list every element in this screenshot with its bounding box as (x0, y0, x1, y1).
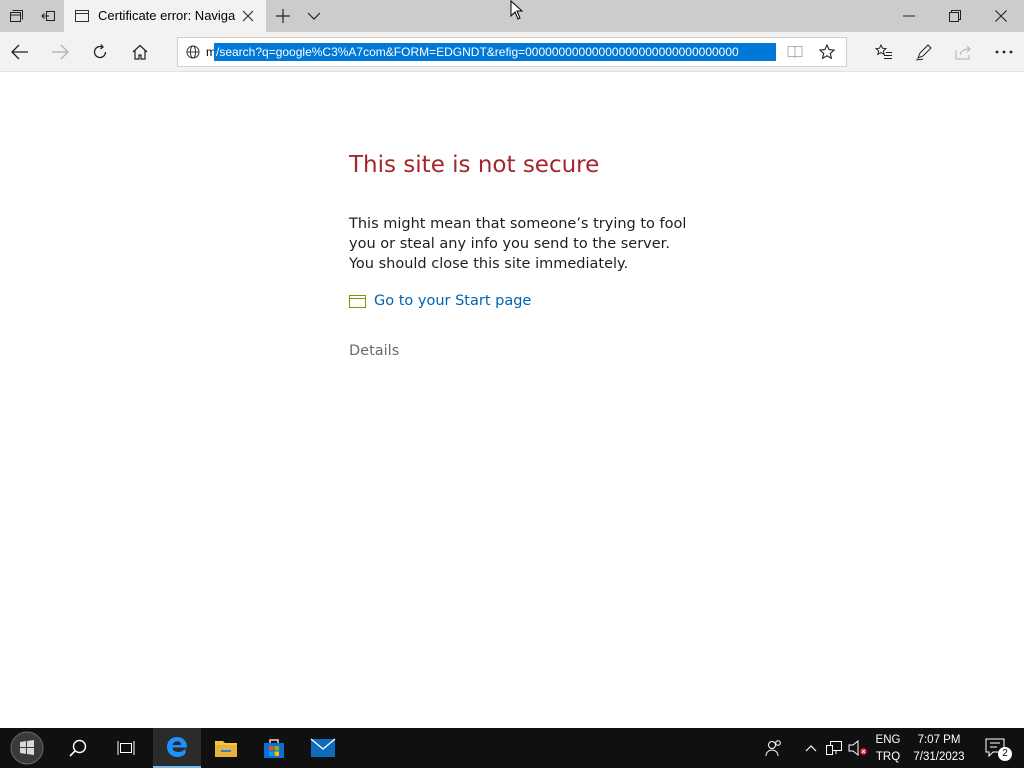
people-icon (765, 740, 781, 757)
language-line-2: TRQ (875, 751, 901, 763)
forward-button[interactable] (40, 32, 80, 72)
start-page-link-label: Go to your Start page (374, 293, 532, 309)
tab-preview-button[interactable] (300, 0, 328, 32)
minimize-icon (903, 15, 915, 17)
taskbar-mail[interactable] (299, 728, 347, 768)
tabs-aside-icon (10, 10, 23, 22)
close-tab-icon[interactable] (242, 10, 254, 22)
set-aside-icon (41, 11, 55, 21)
settings-more-button[interactable] (984, 32, 1024, 72)
share-button[interactable] (944, 32, 984, 72)
task-view-icon (117, 741, 135, 755)
mail-icon (310, 738, 336, 757)
favorites-list-icon (875, 44, 892, 59)
address-bar[interactable]: m /search?q=google%C3%A7com&FORM=EDGNDT&… (177, 37, 847, 67)
details-link[interactable]: Details (349, 343, 399, 359)
mouse-cursor-icon (510, 0, 524, 20)
url-selected-text[interactable]: /search?q=google%C3%A7com&FORM=EDGNDT&re… (214, 43, 776, 61)
more-icon (995, 50, 1013, 54)
close-icon (995, 10, 1007, 22)
globe-icon (186, 45, 200, 59)
windows-start-icon (10, 731, 44, 765)
start-page-link[interactable]: Go to your Start page (349, 293, 531, 309)
navigation-bar: m /search?q=google%C3%A7com&FORM=EDGNDT&… (0, 32, 1024, 72)
new-tab-button[interactable] (268, 0, 298, 32)
arrow-right-icon (52, 44, 69, 60)
search-button[interactable] (54, 728, 102, 768)
input-language-indicator[interactable]: ENG TRQ (870, 732, 906, 766)
pen-icon (915, 44, 932, 61)
task-view-button[interactable] (102, 728, 150, 768)
star-icon[interactable] (819, 44, 835, 60)
warning-message: This might mean that someone’s trying to… (349, 216, 687, 272)
minimize-button[interactable] (886, 0, 932, 32)
search-icon (69, 739, 87, 757)
add-notes-button[interactable] (904, 32, 944, 72)
clock-time: 7:07 PM (917, 734, 961, 746)
edge-icon (167, 737, 187, 757)
network-button[interactable] (822, 728, 846, 768)
tab-title: Certificate error: Naviga (98, 8, 236, 23)
network-icon (826, 741, 842, 755)
taskbar-store[interactable] (250, 728, 298, 768)
volume-button[interactable] (846, 728, 870, 768)
plus-icon (276, 9, 290, 23)
page-content: This site is not secure This might mean … (0, 73, 1024, 728)
store-icon (264, 739, 284, 758)
reading-view-icon[interactable] (787, 45, 803, 59)
start-page-icon (349, 294, 366, 308)
favorites-button[interactable] (864, 32, 904, 72)
restore-button[interactable] (932, 0, 978, 32)
title-bar: Certificate error: Naviga (0, 0, 1024, 32)
home-button[interactable] (120, 32, 160, 72)
chevron-up-icon (805, 745, 817, 752)
people-button[interactable] (752, 728, 796, 768)
close-window-button[interactable] (978, 0, 1024, 32)
chevron-down-icon (307, 12, 321, 20)
clock-date: 7/31/2023 (913, 751, 965, 763)
tab-active[interactable]: Certificate error: Naviga (64, 0, 266, 32)
page-title: This site is not secure (349, 152, 600, 178)
notification-count-badge: 2 (998, 747, 1012, 761)
restore-icon (949, 10, 961, 22)
taskbar-file-explorer[interactable] (202, 728, 250, 768)
arrow-left-icon (11, 44, 28, 60)
speaker-muted-icon (848, 740, 867, 756)
refresh-icon (93, 44, 107, 59)
clock[interactable]: 7:07 PM 7/31/2023 (906, 732, 972, 766)
taskbar: ENG TRQ 7:07 PM 7/31/2023 2 (0, 728, 1024, 768)
language-line-1: ENG (875, 734, 901, 746)
back-button[interactable] (0, 32, 40, 72)
page-icon (75, 10, 89, 22)
share-icon (955, 45, 971, 60)
tab-manager-button[interactable] (0, 0, 32, 32)
taskbar-edge[interactable] (153, 728, 201, 768)
set-tabs-aside-button[interactable] (32, 0, 64, 32)
refresh-button[interactable] (80, 32, 120, 72)
start-button[interactable] (0, 728, 54, 768)
action-center-button[interactable]: 2 (976, 728, 1016, 768)
show-hidden-icons-button[interactable] (800, 728, 822, 768)
home-icon (132, 44, 148, 60)
folder-icon (215, 741, 237, 757)
